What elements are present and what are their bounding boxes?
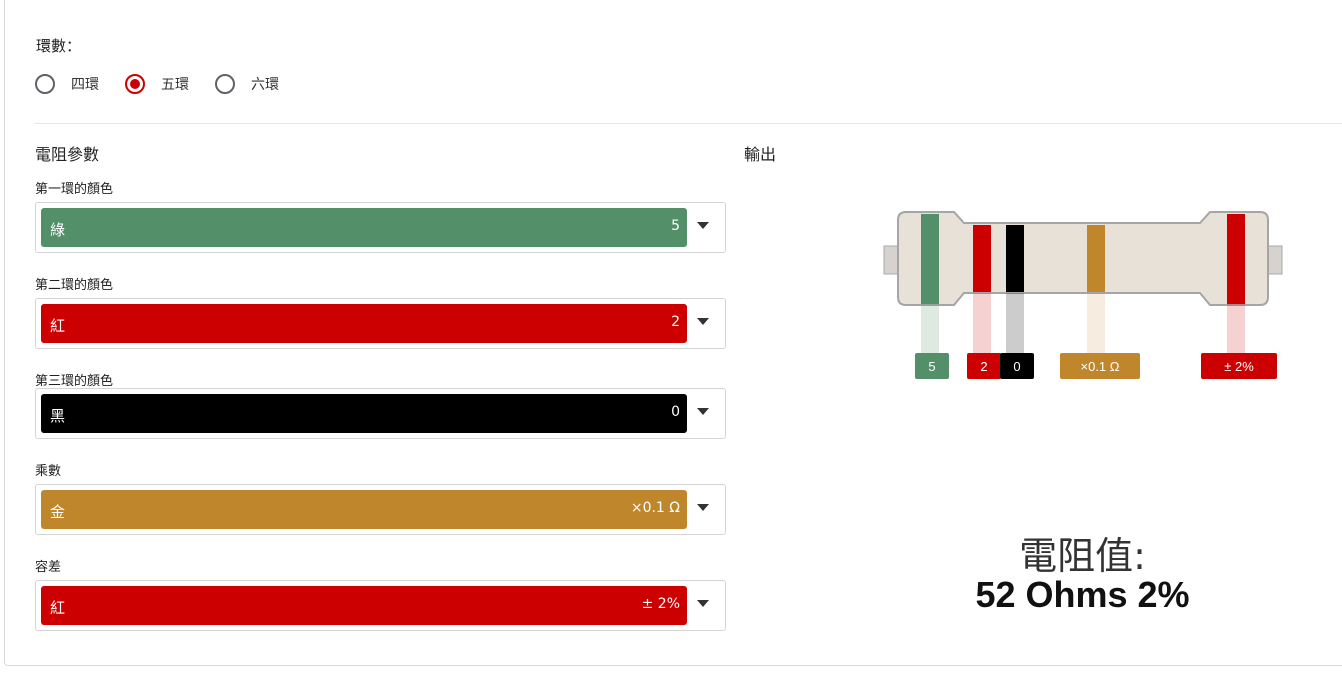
band1-guide xyxy=(921,304,939,354)
dropdown-caret-icon[interactable] xyxy=(697,408,709,415)
band3-select[interactable]: 黑 0 xyxy=(35,388,726,439)
tolerance-select[interactable]: 紅 ± 2% xyxy=(35,580,726,631)
band3-color-bar: 黑 0 xyxy=(41,394,687,433)
rings-label: 環數： xyxy=(36,37,82,55)
multiplier-guide xyxy=(1087,293,1105,354)
multiplier-stripe xyxy=(1087,225,1105,292)
band1-label: 第一環的顏色 xyxy=(35,182,114,197)
band1-tag-text: 5 xyxy=(928,359,935,374)
band3-guide xyxy=(1006,293,1024,354)
tolerance-tag-text: ± 2% xyxy=(1224,359,1254,374)
band2-color-bar: 紅 2 xyxy=(41,304,687,343)
band1-color-name: 綠 xyxy=(50,221,66,239)
rings-radio-group: 四環 五環 六環 xyxy=(35,74,305,94)
band3-tag-text: 0 xyxy=(1013,359,1020,374)
dropdown-caret-icon[interactable] xyxy=(697,504,709,511)
multiplier-label: 乘數 xyxy=(35,464,62,479)
band2-label: 第二環的顏色 xyxy=(35,278,114,293)
radio-circle-checked[interactable] xyxy=(125,74,145,94)
tolerance-value: ± 2% xyxy=(641,596,680,612)
band2-value: 2 xyxy=(671,314,680,330)
multiplier-tag-text: ×0.1 Ω xyxy=(1081,359,1120,374)
tolerance-color-name: 紅 xyxy=(50,599,66,617)
radio-label: 五環 xyxy=(161,77,189,93)
multiplier-select[interactable]: 金 ×0.1 Ω xyxy=(35,484,726,535)
band2-select[interactable]: 紅 2 xyxy=(35,298,726,349)
resistor-svg: 5 2 0 ×0.1 Ω ± 2% xyxy=(883,211,1283,379)
multiplier-value: ×0.1 Ω xyxy=(630,500,680,516)
output-title: 輸出 xyxy=(744,145,777,164)
tolerance-label: 容差 xyxy=(35,560,62,575)
band2-color-name: 紅 xyxy=(50,317,66,335)
radio-circle[interactable] xyxy=(35,74,55,94)
band3-label: 第三環的顏色 xyxy=(35,374,114,389)
band1-select[interactable]: 綠 5 xyxy=(35,202,726,253)
radio-six-rings[interactable]: 六環 xyxy=(215,74,279,94)
resistor-diagram: 5 2 0 ×0.1 Ω ± 2% xyxy=(880,205,1290,395)
band1-value: 5 xyxy=(671,218,680,234)
radio-four-rings[interactable]: 四環 xyxy=(35,74,99,94)
tolerance-stripe xyxy=(1227,214,1245,304)
band1-stripe xyxy=(921,214,939,304)
band2-guide xyxy=(973,293,991,354)
resistor-body xyxy=(897,211,1269,306)
dropdown-caret-icon[interactable] xyxy=(697,222,709,229)
band3-value: 0 xyxy=(671,404,680,420)
radio-circle[interactable] xyxy=(215,74,235,94)
multiplier-color-name: 金 xyxy=(50,503,66,521)
radio-five-rings[interactable]: 五環 xyxy=(125,74,189,94)
result-title: 電阻值: xyxy=(1019,534,1146,578)
tolerance-guide xyxy=(1227,304,1245,354)
band2-tag-text: 2 xyxy=(980,359,987,374)
result-value: 52 Ohms 2% xyxy=(975,574,1190,615)
tolerance-color-bar: 紅 ± 2% xyxy=(41,586,687,625)
band3-stripe xyxy=(1006,225,1024,292)
divider xyxy=(34,123,1342,124)
dropdown-caret-icon[interactable] xyxy=(697,318,709,325)
radio-label: 六環 xyxy=(251,77,279,93)
radio-label: 四環 xyxy=(71,77,99,93)
dropdown-caret-icon[interactable] xyxy=(697,600,709,607)
multiplier-color-bar: 金 ×0.1 Ω xyxy=(41,490,687,529)
band3-color-name: 黑 xyxy=(50,407,66,425)
params-title: 電阻參數 xyxy=(35,145,100,164)
band2-stripe xyxy=(973,225,991,292)
band1-color-bar: 綠 5 xyxy=(41,208,687,247)
